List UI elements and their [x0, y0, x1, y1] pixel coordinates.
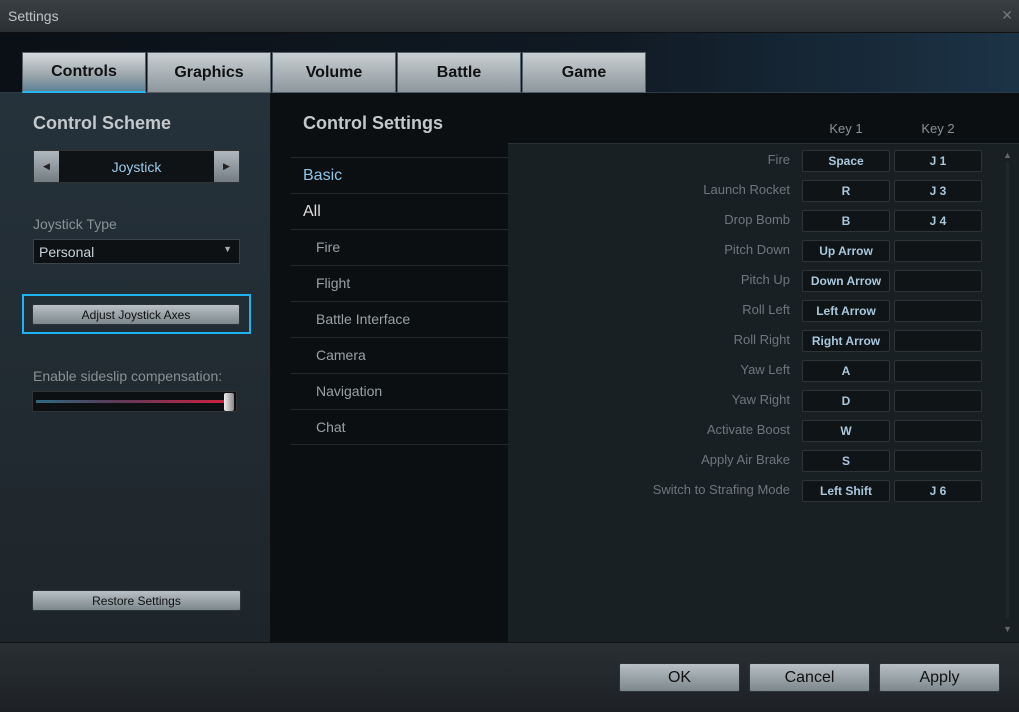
binding-action-label: Fire — [767, 152, 790, 167]
binding-action-label: Pitch Down — [724, 242, 790, 257]
subcategory-chat[interactable]: Chat — [290, 409, 508, 445]
binding-action-label: Yaw Right — [731, 392, 790, 407]
sideslip-label: Enable sideslip compensation: — [33, 368, 223, 384]
key2-binding[interactable] — [894, 420, 982, 442]
window-title: Settings — [8, 8, 59, 24]
joystick-type-value: Personal — [39, 244, 95, 260]
restore-settings-button[interactable]: Restore Settings — [32, 590, 241, 611]
key2-header: Key 2 — [921, 121, 955, 136]
cancel-button[interactable]: Cancel — [749, 663, 870, 692]
arrow-left-icon[interactable]: ◀ — [34, 151, 59, 182]
title-bar — [0, 0, 1019, 33]
key1-binding[interactable]: Up Arrow — [802, 240, 890, 262]
arrow-right-icon[interactable]: ▶ — [214, 151, 239, 182]
key1-binding[interactable]: S — [802, 450, 890, 472]
key1-binding[interactable]: Left Arrow — [802, 300, 890, 322]
key2-binding[interactable] — [894, 240, 982, 262]
binding-action-label: Switch to Strafing Mode — [652, 482, 790, 497]
control-settings-heading: Control Settings — [303, 113, 443, 133]
subcategory-flight[interactable]: Flight — [290, 265, 508, 301]
scroll-down-icon[interactable]: ▼ — [1003, 624, 1012, 634]
key1-binding[interactable]: Left Shift — [802, 480, 890, 502]
joystick-type-select[interactable]: Personal ▼ — [33, 239, 240, 264]
key2-binding[interactable] — [894, 390, 982, 412]
subcategory-battle-interface[interactable]: Battle Interface — [290, 301, 508, 337]
binding-action-label: Drop Bomb — [724, 212, 790, 227]
subcategory-navigation[interactable]: Navigation — [290, 373, 508, 409]
key1-binding[interactable]: R — [802, 180, 890, 202]
category-basic[interactable]: Basic — [290, 157, 508, 193]
key1-binding[interactable]: B — [802, 210, 890, 232]
key2-binding[interactable] — [894, 450, 982, 472]
tab-battle[interactable]: Battle — [397, 52, 521, 93]
key1-binding[interactable]: Space — [802, 150, 890, 172]
subcategory-camera[interactable]: Camera — [290, 337, 508, 373]
tab-game[interactable]: Game — [522, 52, 646, 93]
tab-volume[interactable]: Volume — [272, 52, 396, 93]
sideslip-slider[interactable] — [32, 391, 237, 412]
key2-binding[interactable]: J 6 — [894, 480, 982, 502]
joystick-type-label: Joystick Type — [33, 216, 117, 232]
key2-binding[interactable] — [894, 330, 982, 352]
ok-button[interactable]: OK — [619, 663, 740, 692]
tab-controls[interactable]: Controls — [22, 52, 146, 93]
slider-handle[interactable] — [224, 393, 234, 411]
category-all[interactable]: All — [290, 193, 508, 229]
binding-action-label: Roll Left — [742, 302, 790, 317]
chevron-down-icon: ▼ — [223, 244, 232, 254]
key1-binding[interactable]: Right Arrow — [802, 330, 890, 352]
scheme-value: Joystick — [111, 159, 162, 175]
scroll-up-icon[interactable]: ▲ — [1003, 150, 1012, 160]
binding-action-label: Apply Air Brake — [701, 452, 790, 467]
binding-action-label: Launch Rocket — [703, 182, 790, 197]
adjust-axes-button[interactable]: Adjust Joystick Axes — [32, 304, 240, 325]
key2-binding[interactable]: J 1 — [894, 150, 982, 172]
subcategory-fire[interactable]: Fire — [290, 229, 508, 265]
scrollbar[interactable] — [1006, 162, 1009, 618]
key1-header: Key 1 — [829, 121, 863, 136]
slider-fill — [36, 400, 229, 403]
close-icon[interactable]: ✕ — [1001, 7, 1013, 24]
control-scheme-heading: Control Scheme — [33, 113, 172, 133]
key2-binding[interactable] — [894, 360, 982, 382]
apply-button[interactable]: Apply — [879, 663, 1000, 692]
binding-action-label: Yaw Left — [740, 362, 790, 377]
key2-binding[interactable]: J 4 — [894, 210, 982, 232]
key2-binding[interactable] — [894, 270, 982, 292]
binding-action-label: Activate Boost — [706, 422, 790, 437]
key1-binding[interactable]: D — [802, 390, 890, 412]
key1-binding[interactable]: W — [802, 420, 890, 442]
key1-binding[interactable]: A — [802, 360, 890, 382]
key2-binding[interactable] — [894, 300, 982, 322]
key2-binding[interactable]: J 3 — [894, 180, 982, 202]
binding-action-label: Roll Right — [733, 332, 790, 347]
scheme-stepper[interactable]: ◀ Joystick ▶ — [33, 150, 240, 183]
key1-binding[interactable]: Down Arrow — [802, 270, 890, 292]
tab-graphics[interactable]: Graphics — [147, 52, 271, 93]
binding-action-label: Pitch Up — [740, 272, 790, 287]
